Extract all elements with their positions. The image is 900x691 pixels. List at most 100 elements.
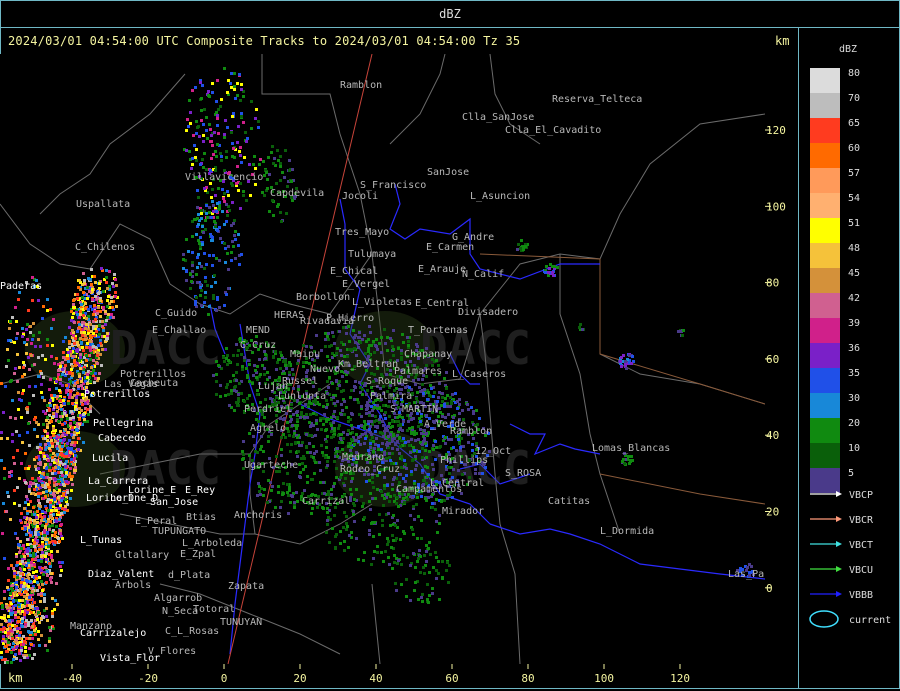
place-label: N_Calif	[462, 269, 504, 280]
place-label: S_MARTIN	[390, 404, 438, 415]
x-tick-100: 100	[594, 672, 614, 685]
place-label: Chapanay	[404, 349, 452, 360]
legend-swatch-10	[810, 443, 840, 468]
place-label: Maipu	[290, 349, 320, 360]
place-label-highlight: Lucila	[92, 453, 128, 464]
x-tick-0: 0	[221, 672, 228, 685]
place-label: E_Carmen	[426, 242, 474, 253]
place-label: Ramblon	[450, 426, 492, 437]
place-label: Agrelo	[250, 423, 286, 434]
legend-swatch-48	[810, 243, 840, 268]
place-label: Algarrob	[154, 593, 202, 604]
place-label: L_Arboleda	[182, 538, 242, 549]
legend-label-20: 20	[848, 418, 860, 429]
place-label: SanJose	[427, 167, 469, 178]
legend-label-45: 45	[848, 268, 860, 279]
place-label: Anchoris	[234, 510, 282, 521]
place-label: Reserva_Telteca	[552, 94, 642, 105]
place-label: Catitas	[548, 496, 590, 507]
y-tick-80: 80	[766, 277, 779, 290]
legend-label-39: 39	[848, 318, 860, 329]
place-label: C_Guido	[155, 308, 197, 319]
place-label-highlight: Diaz_Valent	[88, 569, 154, 580]
place-label: Divisadero	[458, 307, 518, 318]
legend-label-70: 70	[848, 93, 860, 104]
place-label-highlight: E_Rey	[185, 485, 215, 496]
legend-label-51: 51	[848, 218, 860, 229]
legend-label-10: 10	[848, 443, 860, 454]
legend-label-42: 42	[848, 293, 860, 304]
place-label: Arbols	[115, 580, 151, 591]
legend-swatch-57	[810, 168, 840, 193]
legend-label-65: 65	[848, 118, 860, 129]
place-label: Clla_El_Cavadito	[505, 125, 601, 136]
legend-swatch-35	[810, 368, 840, 393]
place-label-highlight: Paderas	[0, 281, 42, 292]
y-tick-40: 40	[766, 429, 779, 442]
y-tick-60: 60	[766, 353, 779, 366]
place-label: S_Francisco	[360, 180, 426, 191]
legend-swatch-70	[810, 93, 840, 118]
place-label: S_ROSA	[505, 468, 541, 479]
place-label: Perdriel	[244, 404, 292, 415]
x-tick--20: -20	[138, 672, 158, 685]
legend-label-35: 35	[848, 368, 860, 379]
legend-swatch-42	[810, 293, 840, 318]
place-label: Lujan	[258, 381, 288, 392]
place-label: Totoral	[193, 604, 235, 615]
composite-caption: 2024/03/01 04:54:00 UTC Composite Tracks…	[8, 34, 521, 48]
place-label-highlight: Potrerillos	[84, 389, 150, 400]
place-label: Palmira	[370, 391, 412, 402]
place-label: 12_Oct	[475, 446, 511, 457]
legend-swatch-45	[810, 268, 840, 293]
place-label: Ramblon	[340, 80, 382, 91]
legend-swatch-5	[810, 468, 840, 493]
legend-swatch-80	[810, 68, 840, 93]
place-label: Las_Paz	[728, 569, 765, 580]
legend-label-36: 36	[848, 343, 860, 354]
legend-swatch-30	[810, 393, 840, 418]
legend-svg: 80 70 65 60 57 54 51 48 45 42 39 36 35 30 20 10 5 VBCP VBC…	[809, 68, 891, 628]
track-label-VBBB: VBBB	[849, 590, 873, 601]
place-label-highlight: Pellegrina	[93, 418, 153, 429]
x-tick-60: 60	[445, 672, 458, 685]
legend-swatch-54	[810, 193, 840, 218]
current-icon	[809, 610, 839, 628]
place-label: Capdevila	[270, 188, 324, 199]
place-label: TUPUNGATO	[152, 526, 206, 537]
place-label: Carrizal	[302, 496, 350, 507]
place-label-highlight: Cabecedo	[98, 433, 146, 444]
place-label: Clla_SanJose	[462, 112, 534, 123]
place-label: Jocoli	[342, 191, 378, 202]
place-label: Uspallata	[76, 199, 130, 210]
legend-swatch-39	[810, 318, 840, 343]
place-label: Tres_Mayo	[335, 227, 389, 238]
place-label: G_Cruz	[240, 340, 276, 351]
legend-swatch-36	[810, 343, 840, 368]
place-label: L_Asuncion	[470, 191, 530, 202]
window-title: dBZ	[1, 1, 899, 28]
place-label: Mirador	[442, 506, 484, 517]
place-label: E_Challao	[152, 325, 206, 336]
place-label: S_Roque	[366, 376, 408, 387]
y-tick-20: 20	[766, 506, 779, 519]
place-label: Km_Beltran	[338, 359, 398, 370]
current-label: current	[849, 615, 891, 626]
place-label: L_Violetas	[352, 297, 412, 308]
legend-label-54: 54	[848, 193, 860, 204]
place-label: L_Central	[430, 478, 484, 489]
place-label: Ugarteche	[244, 460, 298, 471]
place-label: Cacheuta	[130, 378, 178, 389]
legend-swatch-60	[810, 143, 840, 168]
place-label: E_Chical	[330, 266, 378, 277]
place-label-highlight: Carrizalejo	[80, 628, 146, 639]
x-tick--40: -40	[62, 672, 82, 685]
place-label: Rivadavia	[300, 316, 354, 327]
y-tick-100: 100	[766, 200, 786, 213]
place-label: E_Vergel	[342, 279, 390, 290]
radar-map[interactable]: DACC DACC DACC DACC Ramblon Reserva_Telte…	[0, 53, 770, 665]
radar-map-svg[interactable]: DACC DACC DACC DACC RamblonReserva_Telte…	[0, 53, 770, 665]
place-label: Villavicencio	[185, 172, 263, 183]
track-label-VBCU: VBCU	[849, 565, 873, 576]
y-axis: 120 100 80 60 40 20 0	[765, 54, 797, 664]
